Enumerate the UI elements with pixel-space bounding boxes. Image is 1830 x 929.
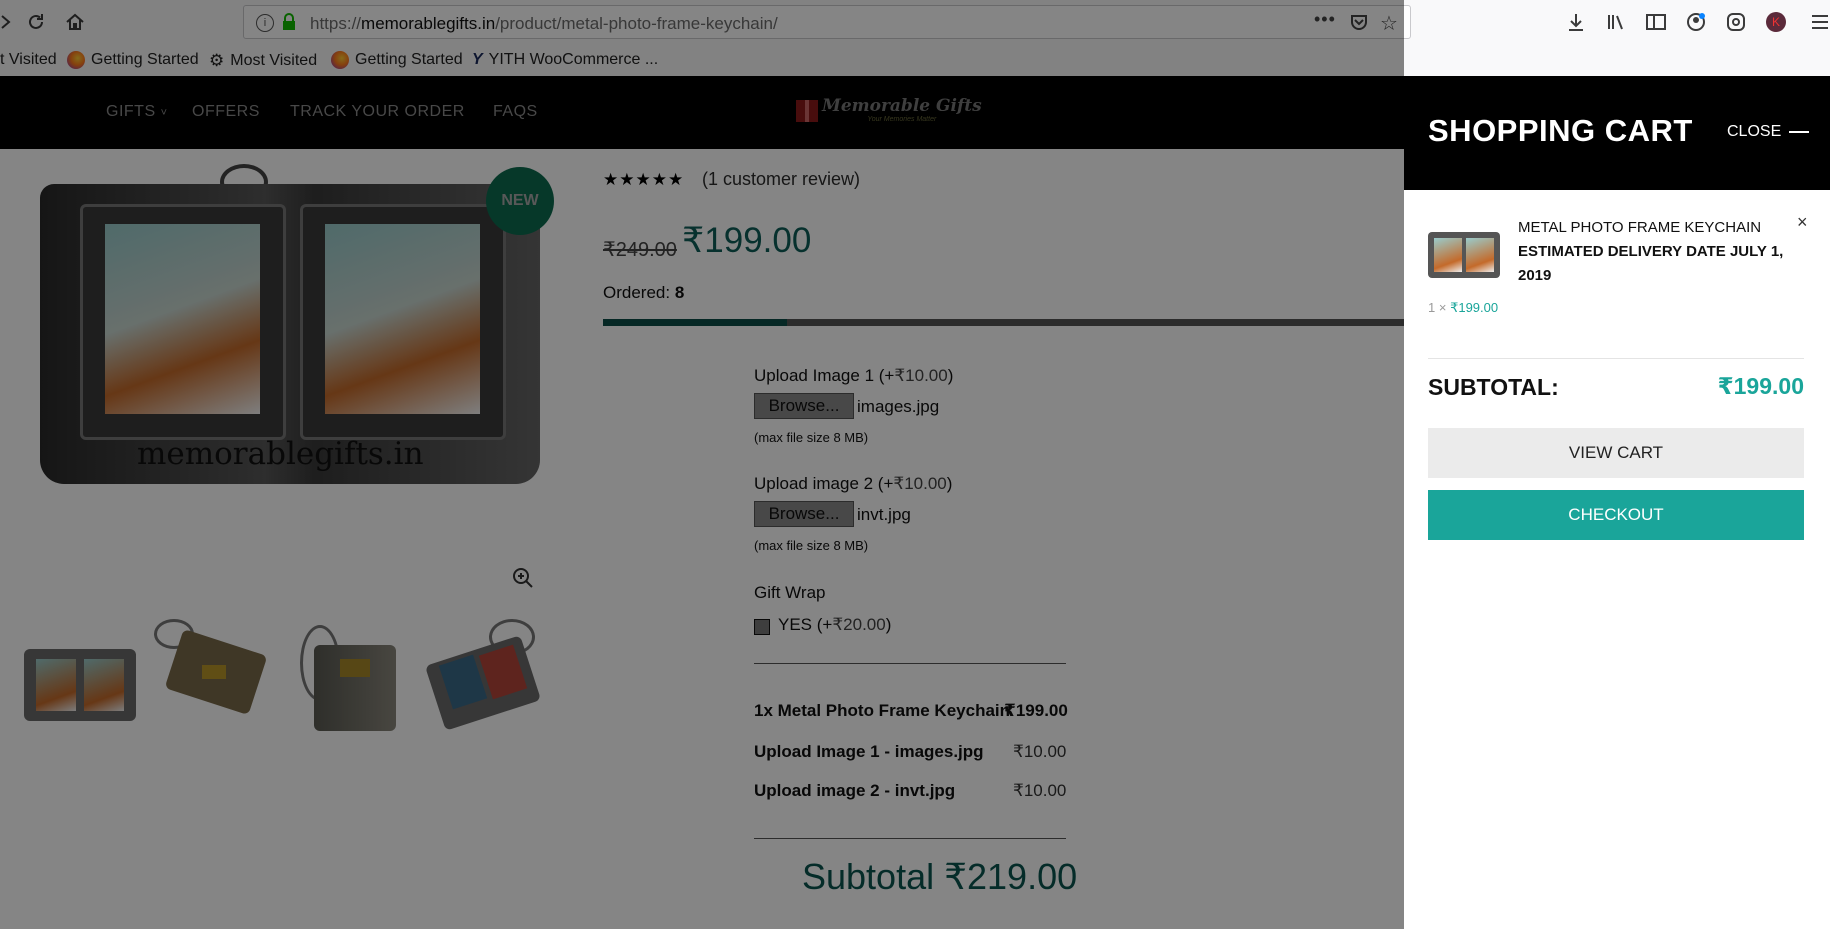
remove-item-icon[interactable]: × <box>1797 212 1808 233</box>
close-cart-button[interactable]: CLOSE <box>1727 123 1810 141</box>
view-cart-button[interactable]: VIEW CART <box>1428 428 1804 478</box>
sync-icon[interactable] <box>1722 8 1750 36</box>
cart-title: SHOPPING CART <box>1428 113 1693 148</box>
profile-avatar[interactable]: K <box>1762 8 1790 36</box>
sidebar-icon[interactable] <box>1642 8 1670 36</box>
page-dim-overlay[interactable] <box>0 0 1404 929</box>
thumb-photo <box>1434 238 1462 272</box>
cart-header: SHOPPING CART CLOSE <box>1404 76 1830 190</box>
library-icon[interactable] <box>1602 8 1630 36</box>
qty-text: 1 × <box>1428 300 1447 315</box>
cart-divider <box>1428 358 1804 359</box>
avatar-letter: K <box>1766 12 1786 32</box>
cart-item-quantity: 1 × ₹199.00 <box>1428 300 1498 316</box>
close-icon <box>1789 131 1810 133</box>
cart-item-name: METAL PHOTO FRAME KEYCHAIN <box>1518 219 1762 236</box>
thumb-photo <box>1466 238 1494 272</box>
qty-price: ₹199.00 <box>1450 300 1499 315</box>
download-icon[interactable] <box>1562 8 1590 36</box>
cart-subtotal-value: ₹199.00 <box>1717 373 1804 399</box>
cart-item-thumbnail[interactable] <box>1428 228 1500 282</box>
menu-icon[interactable] <box>1806 8 1830 36</box>
checkout-button[interactable]: CHECKOUT <box>1428 490 1804 540</box>
account-icon[interactable] <box>1682 8 1710 36</box>
shopping-cart-panel: SHOPPING CART CLOSE METAL PHOTO FRAME KE… <box>1404 76 1830 929</box>
cart-subtotal-label: SUBTOTAL: <box>1428 374 1559 400</box>
cart-item-title[interactable]: METAL PHOTO FRAME KEYCHAIN ESTIMATED DEL… <box>1518 216 1798 288</box>
close-label: CLOSE <box>1727 123 1782 140</box>
cart-item-delivery: ESTIMATED DELIVERY DATE JULY 1, 2019 <box>1518 243 1784 284</box>
